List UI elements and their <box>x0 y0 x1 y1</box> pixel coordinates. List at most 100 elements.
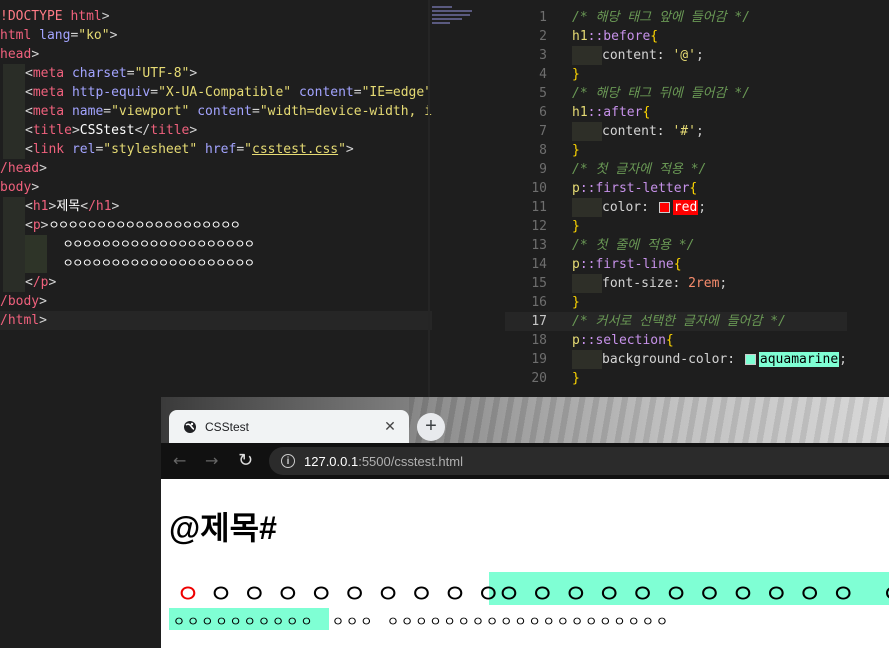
code-line: <link rel="stylesheet" href="csstest.css… <box>0 140 432 159</box>
code-line: <meta name="viewport" content="width=dev… <box>0 102 432 121</box>
line-number: 17 <box>531 314 547 329</box>
css-color-value: aquamarine <box>758 352 840 367</box>
css-color-value: red <box>672 200 699 215</box>
code-line: !DOCTYPE html> <box>0 9 110 24</box>
code-line: <title>CSStest</title> <box>0 121 432 140</box>
css-selector: h1 <box>572 29 588 44</box>
line-number: 5 <box>539 86 547 101</box>
code-text: p::first-letter{ <box>572 179 697 198</box>
code-line: 2 h1::before{ <box>505 27 847 46</box>
code-text: font-size: 2rem; <box>572 274 727 293</box>
code-line: 1 /* 해당 태그 앞에 들어감 */ <box>505 8 847 27</box>
code-line: body> <box>0 180 40 195</box>
brace: } <box>572 371 580 386</box>
code-line: <meta http-equiv="X-UA-Compatible" conte… <box>0 83 432 102</box>
address-bar[interactable]: i 127.0.0.1:5500/csstest.html <box>269 447 889 475</box>
browser-tab[interactable]: CSStest ✕ <box>169 410 409 443</box>
url-host: 127.0.0.1 <box>304 453 359 469</box>
css-selector: p <box>572 257 580 272</box>
brace: { <box>650 29 659 44</box>
line-number: 12 <box>531 219 547 234</box>
color-swatch[interactable] <box>744 354 756 365</box>
css-pseudo-element: ::selection <box>579 333 666 348</box>
css-value: 2rem <box>688 276 720 291</box>
line-number: 11 <box>531 200 547 215</box>
url-path: :5500/csstest.html <box>358 453 463 469</box>
code-line: <p>ㅇㅇㅇㅇㅇㅇㅇㅇㅇㅇㅇㅇㅇㅇㅇㅇㅇㅇㅇㅇ <box>0 216 432 235</box>
code-line: /body> <box>0 294 47 309</box>
color-swatch[interactable] <box>658 202 670 213</box>
line-number: 13 <box>531 238 547 253</box>
css-selector: p <box>572 333 580 348</box>
code-line: 7 content: '#'; <box>505 122 847 141</box>
paragraph-first-line[interactable]: ㅇ ㅇㅇㅇㅇㅇㅇㅇㅇㅇ ㅇㅇㅇㅇㅇㅇㅇㅇㅇㅇㅇ ㅇ <box>161 572 889 609</box>
brace: { <box>673 257 682 272</box>
css-editor[interactable]: 1/* 해당 태그 앞에 들어감 */2 h1::before{3 content:… <box>505 0 889 400</box>
code-text: p::selection{ <box>572 331 674 350</box>
reload-icon[interactable]: ↻ <box>238 443 253 479</box>
line-number: 10 <box>531 181 547 196</box>
css-property: font-size: <box>602 276 689 291</box>
browser-toolbar: ← → ↻ i 127.0.0.1:5500/csstest.html <box>161 443 889 479</box>
code-line: 11 color: red; <box>505 198 847 217</box>
code-line: 5 /* 해당 태그 뒤에 들어감 */ <box>505 84 847 103</box>
semicolon: ; <box>719 276 728 291</box>
css-pseudo-element: ::first-letter <box>579 181 690 196</box>
line-number: 18 <box>531 333 547 348</box>
line-number: 8 <box>539 143 547 158</box>
css-selector: p <box>572 181 580 196</box>
code-comment: /* 커서로 선택한 글자에 들어감 */ <box>572 314 786 329</box>
csstest-link[interactable]: csstest.css <box>252 142 338 157</box>
code-line: 19 background-color: aquamarine; <box>505 350 847 369</box>
code-line: 16} <box>505 293 847 312</box>
brace: } <box>572 143 580 158</box>
html-code: !DOCTYPE html> html lang="ko"> head> <me… <box>0 7 433 330</box>
code-text: content: '@'; <box>572 46 704 65</box>
second-line-selected-text: ㅇㅇㅇㅇㅇㅇㅇㅇㅇㅇ <box>173 614 315 629</box>
code-text: /* 해당 태그 뒤에 들어감 */ <box>572 84 750 103</box>
close-tab-icon[interactable]: ✕ <box>381 418 399 435</box>
brace: { <box>665 333 674 348</box>
line-number: 20 <box>531 371 547 386</box>
back-arrow-icon[interactable]: ← <box>173 443 186 479</box>
code-line: 4} <box>505 65 847 84</box>
brace: { <box>642 105 651 120</box>
code-line: 8} <box>505 141 847 160</box>
new-tab-button[interactable]: + <box>417 413 445 441</box>
code-line: ㅇㅇㅇㅇㅇㅇㅇㅇㅇㅇㅇㅇㅇㅇㅇㅇㅇㅇㅇㅇ <box>0 254 432 273</box>
brace: } <box>572 67 580 82</box>
code-line: /head> <box>0 161 47 176</box>
forward-arrow-icon[interactable]: → <box>205 443 218 479</box>
code-text: h1::before{ <box>572 27 658 46</box>
css-property: background-color: <box>602 352 743 367</box>
line-number: 9 <box>539 162 547 177</box>
code-line: head> <box>0 47 40 62</box>
code-text: /* 해당 태그 앞에 들어감 */ <box>572 8 750 27</box>
tab-title: CSStest <box>205 419 250 434</box>
code-comment: /* 해당 태그 앞에 들어감 */ <box>572 10 751 25</box>
brace: } <box>572 219 580 234</box>
code-line: html lang="ko"> <box>0 28 118 43</box>
minimap[interactable] <box>432 6 478 42</box>
page-heading: @제목# <box>169 510 277 546</box>
semicolon: ; <box>839 352 847 367</box>
code-line: 17 /* 커서로 선택한 글자에 들어감 */ <box>505 312 847 331</box>
css-property: color: <box>602 200 657 215</box>
code-line: 14 p::first-line{ <box>505 255 847 274</box>
semicolon: ; <box>695 48 704 63</box>
code-line: <h1>제목</h1> <box>0 197 432 216</box>
code-comment: /* 해당 태그 뒤에 들어감 */ <box>572 86 751 101</box>
semicolon: ; <box>698 200 707 215</box>
semicolon: ; <box>695 124 704 139</box>
line-number: 2 <box>539 29 547 44</box>
info-icon[interactable]: i <box>281 454 295 468</box>
css-selector: h1 <box>572 105 588 120</box>
line-number: 19 <box>531 352 547 367</box>
code-text: h1::after{ <box>572 103 650 122</box>
line-number: 14 <box>531 257 547 272</box>
code-line: 10 p::first-letter{ <box>505 179 847 198</box>
code-line: 3 content: '@'; <box>505 46 847 65</box>
line-number: 3 <box>539 48 547 63</box>
css-property: content: <box>602 124 673 139</box>
first-line-text: ㅇㅇㅇㅇㅇㅇㅇㅇㅇ <box>209 579 510 609</box>
